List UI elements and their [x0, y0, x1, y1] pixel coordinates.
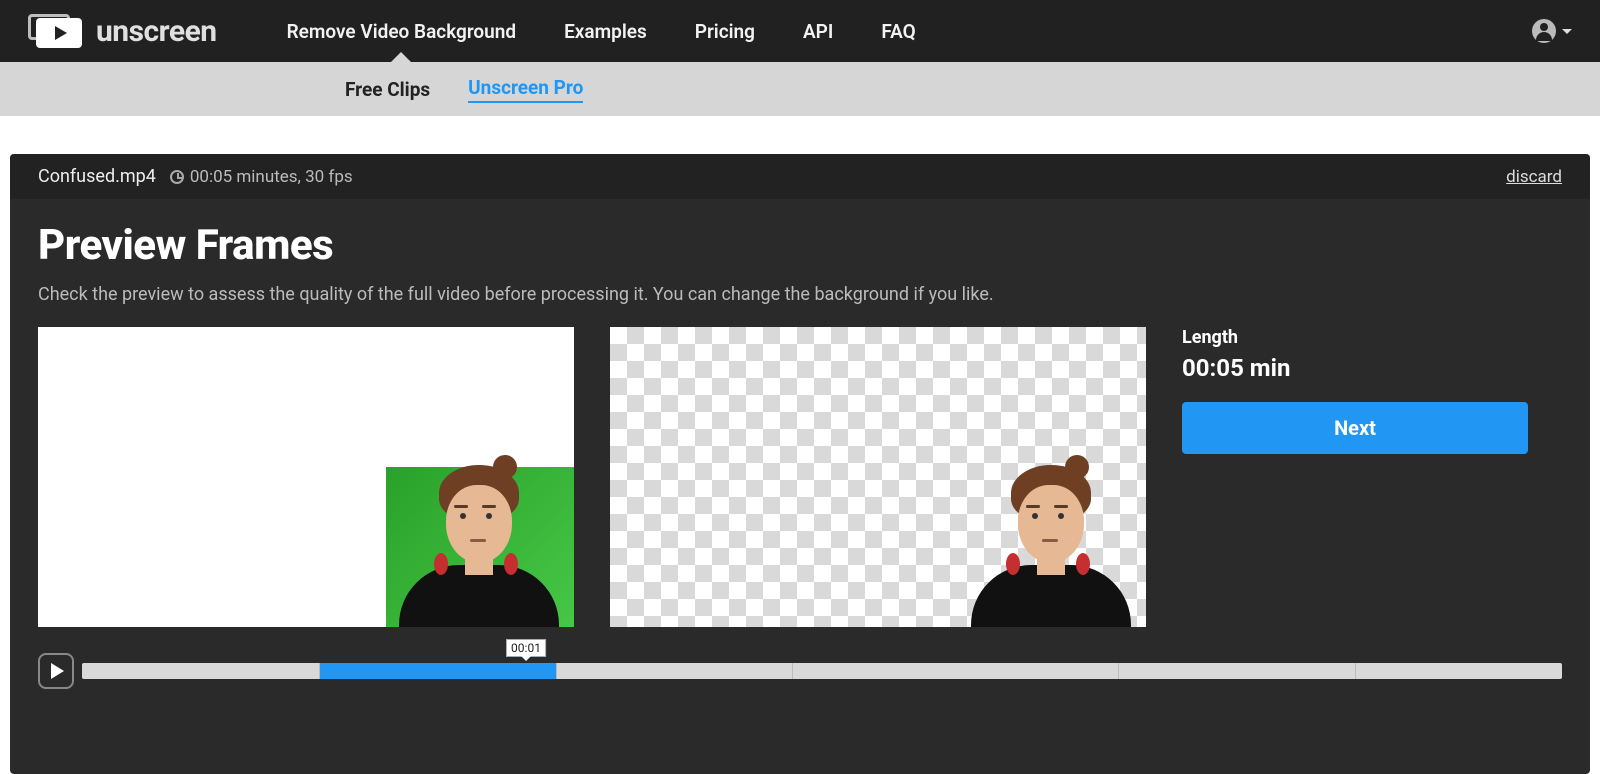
length-value: 00:05 min	[1182, 354, 1562, 382]
subnav-item-free-clips[interactable]: Free Clips	[345, 78, 430, 101]
page-title: Preview Frames	[38, 221, 1562, 270]
panel-header: Confused.mp4 00:05 minutes, 30 fps disca…	[10, 154, 1590, 199]
logo[interactable]: unscreen	[28, 14, 217, 49]
main-nav: Remove Video Background Examples Pricing AP…	[287, 2, 916, 61]
nav-item-pricing[interactable]: Pricing	[695, 2, 755, 61]
user-icon	[1532, 19, 1556, 43]
preview-original	[38, 327, 574, 627]
timeline-tick	[1118, 663, 1119, 679]
top-nav: unscreen Remove Video Background Examples…	[0, 0, 1600, 62]
play-icon	[51, 663, 64, 679]
file-name: Confused.mp4	[38, 166, 156, 187]
nav-item-api[interactable]: API	[803, 2, 833, 61]
logo-icon	[28, 14, 82, 48]
discard-link[interactable]: discard	[1506, 167, 1562, 187]
person-original	[394, 465, 564, 627]
side-panel: Length 00:05 min Next	[1182, 327, 1562, 627]
preview-removed	[610, 327, 1146, 627]
timeline-marker[interactable]: 00:01	[506, 639, 546, 657]
page-subtitle: Check the preview to assess the quality …	[38, 284, 1562, 305]
timeline-track[interactable]: 00:01	[82, 663, 1562, 679]
subnav-item-unscreen-pro[interactable]: Unscreen Pro	[468, 76, 583, 103]
person-cutout	[966, 465, 1136, 627]
clock-icon	[170, 170, 184, 184]
preview-frames	[38, 327, 1146, 627]
editor-panel: Confused.mp4 00:05 minutes, 30 fps disca…	[10, 154, 1590, 774]
chevron-down-icon	[1562, 29, 1572, 34]
timeline-tick	[556, 663, 557, 679]
length-label: Length	[1182, 327, 1562, 348]
nav-item-faq[interactable]: FAQ	[881, 2, 915, 61]
timeline-tick	[792, 663, 793, 679]
nav-item-remove-video-background[interactable]: Remove Video Background	[287, 2, 517, 61]
file-meta: 00:05 minutes, 30 fps	[190, 167, 353, 187]
user-menu[interactable]	[1532, 19, 1572, 43]
sub-nav: Free Clips Unscreen Pro	[0, 62, 1600, 116]
brand-text: unscreen	[96, 14, 217, 49]
timeline-tick	[1355, 663, 1356, 679]
next-button[interactable]: Next	[1182, 402, 1528, 454]
timeline-marker-label: 00:01	[511, 641, 541, 655]
timeline-progress	[319, 663, 556, 679]
nav-item-examples[interactable]: Examples	[564, 2, 647, 61]
play-button[interactable]	[38, 653, 74, 689]
timeline-row: 00:01	[38, 653, 1562, 689]
timeline-tick	[319, 663, 320, 679]
